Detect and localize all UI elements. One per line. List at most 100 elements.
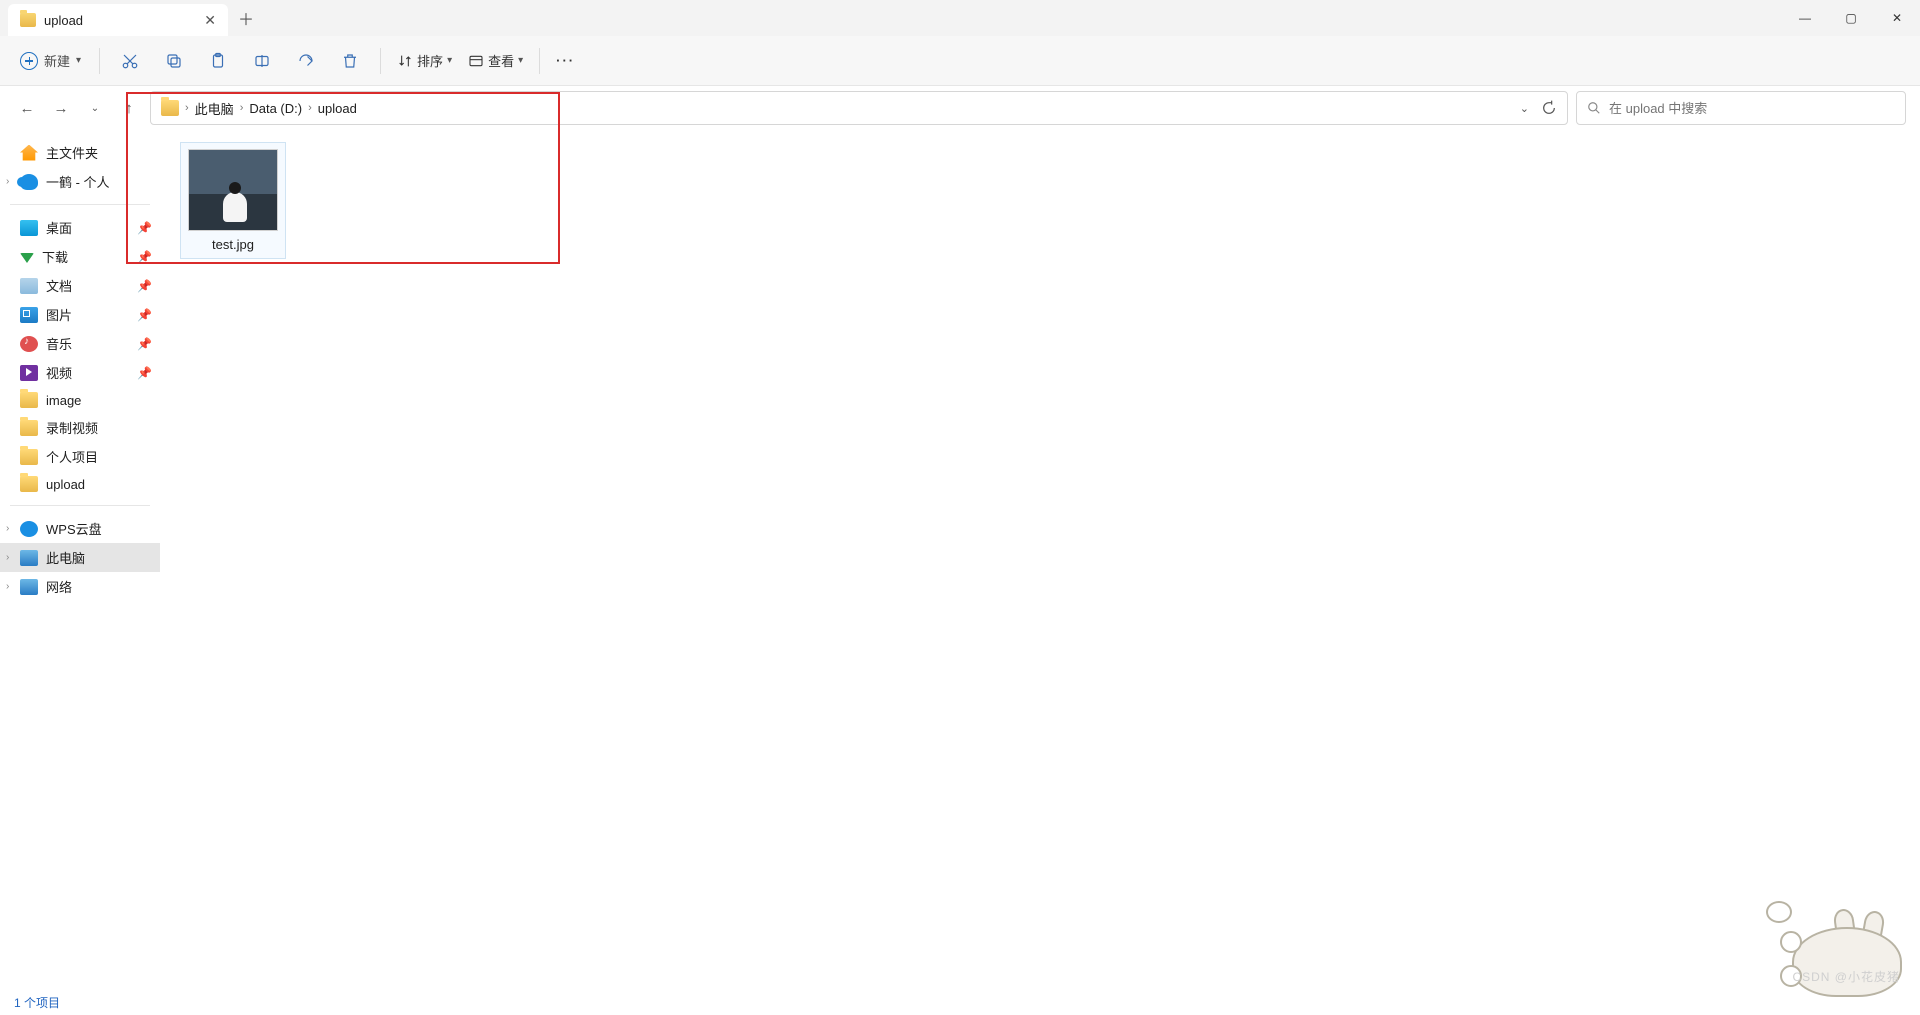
sidebar-item-network[interactable]: › 网络 bbox=[0, 572, 160, 601]
chevron-down-icon: ▾ bbox=[76, 55, 81, 66]
sort-button[interactable]: 排序 ▾ bbox=[391, 51, 458, 70]
sidebar-item-desktop[interactable]: 桌面 📌 bbox=[0, 213, 160, 242]
sidebar-item-folder-recording[interactable]: 录制视频 bbox=[0, 413, 160, 442]
breadcrumb-item[interactable]: upload bbox=[318, 101, 357, 116]
sidebar-item-folder-upload[interactable]: upload bbox=[0, 471, 160, 497]
sort-icon bbox=[397, 53, 413, 69]
close-tab-icon[interactable]: ✕ bbox=[204, 12, 216, 29]
address-bar[interactable]: › 此电脑 › Data (D:) › upload ⌄ bbox=[150, 91, 1568, 125]
sidebar-label: image bbox=[46, 393, 81, 408]
chevron-down-icon: ▾ bbox=[447, 55, 452, 66]
maximize-button[interactable]: ▢ bbox=[1828, 0, 1874, 36]
sidebar-item-folder-image[interactable]: image bbox=[0, 387, 160, 413]
desktop-icon bbox=[20, 220, 38, 236]
cut-button[interactable] bbox=[110, 43, 150, 79]
sidebar-label: upload bbox=[46, 477, 85, 492]
folder-icon bbox=[20, 392, 38, 408]
pin-icon[interactable]: 📌 bbox=[137, 366, 152, 380]
chevron-right-icon[interactable]: › bbox=[6, 176, 9, 187]
sidebar-item-onedrive[interactable]: › 一鹤 - 个人 bbox=[0, 167, 160, 196]
network-icon bbox=[20, 579, 38, 595]
pin-icon[interactable]: 📌 bbox=[137, 250, 152, 264]
tab-title: upload bbox=[44, 13, 196, 28]
sidebar-item-music[interactable]: 音乐📌 bbox=[0, 329, 160, 358]
refresh-icon[interactable] bbox=[1541, 100, 1557, 116]
copy-button[interactable] bbox=[154, 43, 194, 79]
navigation-pane: 主文件夹 › 一鹤 - 个人 桌面 📌 下载📌 文档 📌 图片 📌 音乐📌 视频📌 i… bbox=[0, 130, 160, 989]
paste-button[interactable] bbox=[198, 43, 238, 79]
separator bbox=[10, 505, 150, 506]
new-tab-button[interactable]: ＋ bbox=[228, 0, 264, 36]
folder-icon bbox=[20, 420, 38, 436]
chevron-down-icon: ▾ bbox=[518, 55, 523, 66]
sidebar-item-videos[interactable]: 视频📌 bbox=[0, 358, 160, 387]
sidebar-label: 网络 bbox=[46, 577, 72, 596]
view-button[interactable]: 查看 ▾ bbox=[462, 51, 529, 70]
window-tab[interactable]: upload ✕ bbox=[8, 4, 228, 36]
home-icon bbox=[20, 145, 38, 161]
delete-button[interactable] bbox=[330, 43, 370, 79]
sidebar-item-folder-projects[interactable]: 个人项目 bbox=[0, 442, 160, 471]
sidebar-item-home[interactable]: 主文件夹 bbox=[0, 138, 160, 167]
recent-dropdown[interactable]: ⌄ bbox=[82, 103, 108, 114]
chevron-right-icon[interactable]: › bbox=[6, 552, 9, 563]
sidebar-label: 录制视频 bbox=[46, 418, 98, 437]
breadcrumb-item[interactable]: Data (D:) bbox=[249, 101, 302, 116]
separator bbox=[10, 204, 150, 205]
rename-button[interactable] bbox=[242, 43, 282, 79]
share-button[interactable] bbox=[286, 43, 326, 79]
search-icon bbox=[1587, 101, 1601, 115]
pin-icon[interactable]: 📌 bbox=[137, 308, 152, 322]
view-label: 查看 bbox=[488, 51, 514, 70]
sidebar-item-thispc[interactable]: › 此电脑 bbox=[0, 543, 160, 572]
sidebar-item-pictures[interactable]: 图片 📌 bbox=[0, 300, 160, 329]
sidebar-label: 桌面 bbox=[46, 218, 72, 237]
download-icon bbox=[20, 253, 34, 263]
close-window-button[interactable]: ✕ bbox=[1874, 0, 1920, 36]
separator bbox=[99, 48, 100, 74]
chevron-right-icon[interactable]: › bbox=[6, 523, 9, 534]
sidebar-item-documents[interactable]: 文档 📌 bbox=[0, 271, 160, 300]
sidebar-label: 此电脑 bbox=[46, 548, 85, 567]
file-name: test.jpg bbox=[212, 237, 254, 252]
chevron-right-icon[interactable]: › bbox=[6, 581, 9, 592]
forward-button[interactable]: → bbox=[48, 100, 74, 117]
file-list-area[interactable]: test.jpg bbox=[160, 130, 1920, 989]
pin-icon[interactable]: 📌 bbox=[137, 221, 152, 235]
pin-icon[interactable]: 📌 bbox=[137, 337, 152, 351]
sidebar-label: 图片 bbox=[46, 305, 72, 324]
sort-label: 排序 bbox=[417, 51, 443, 70]
video-icon bbox=[20, 365, 38, 381]
chevron-right-icon: › bbox=[240, 102, 244, 114]
chevron-down-icon[interactable]: ⌄ bbox=[1520, 102, 1529, 115]
music-icon bbox=[20, 336, 38, 352]
file-item[interactable]: test.jpg bbox=[180, 142, 286, 259]
back-button[interactable]: ← bbox=[14, 100, 40, 117]
view-icon bbox=[468, 53, 484, 69]
toolbar: 新建 ▾ 排序 ▾ 查看 ▾ ··· bbox=[0, 36, 1920, 86]
body: 主文件夹 › 一鹤 - 个人 桌面 📌 下载📌 文档 📌 图片 📌 音乐📌 视频📌 i… bbox=[0, 130, 1920, 989]
chevron-right-icon: › bbox=[308, 102, 312, 114]
plus-circle-icon bbox=[20, 52, 38, 70]
file-thumbnail bbox=[188, 149, 278, 231]
up-button[interactable]: ↑ bbox=[116, 100, 142, 117]
sidebar-label: 文档 bbox=[46, 276, 72, 295]
cloud-icon bbox=[20, 174, 38, 190]
item-count: 1 个项目 bbox=[14, 994, 60, 1011]
pin-icon[interactable]: 📌 bbox=[137, 279, 152, 293]
breadcrumb-item[interactable]: 此电脑 bbox=[195, 99, 234, 118]
search-input[interactable] bbox=[1609, 101, 1895, 116]
wps-icon bbox=[20, 521, 38, 537]
search-box[interactable] bbox=[1576, 91, 1906, 125]
sidebar-item-wps[interactable]: ›WPS云盘 bbox=[0, 514, 160, 543]
new-button[interactable]: 新建 ▾ bbox=[12, 47, 89, 74]
sidebar-item-downloads[interactable]: 下载📌 bbox=[0, 242, 160, 271]
separator bbox=[380, 48, 381, 74]
more-button[interactable]: ··· bbox=[550, 53, 581, 68]
minimize-button[interactable]: — bbox=[1782, 0, 1828, 36]
title-bar: upload ✕ ＋ — ▢ ✕ bbox=[0, 0, 1920, 36]
folder-icon bbox=[20, 13, 36, 27]
pictures-icon bbox=[20, 307, 38, 323]
address-row: ← → ⌄ ↑ › 此电脑 › Data (D:) › upload ⌄ bbox=[0, 86, 1920, 130]
separator bbox=[539, 48, 540, 74]
